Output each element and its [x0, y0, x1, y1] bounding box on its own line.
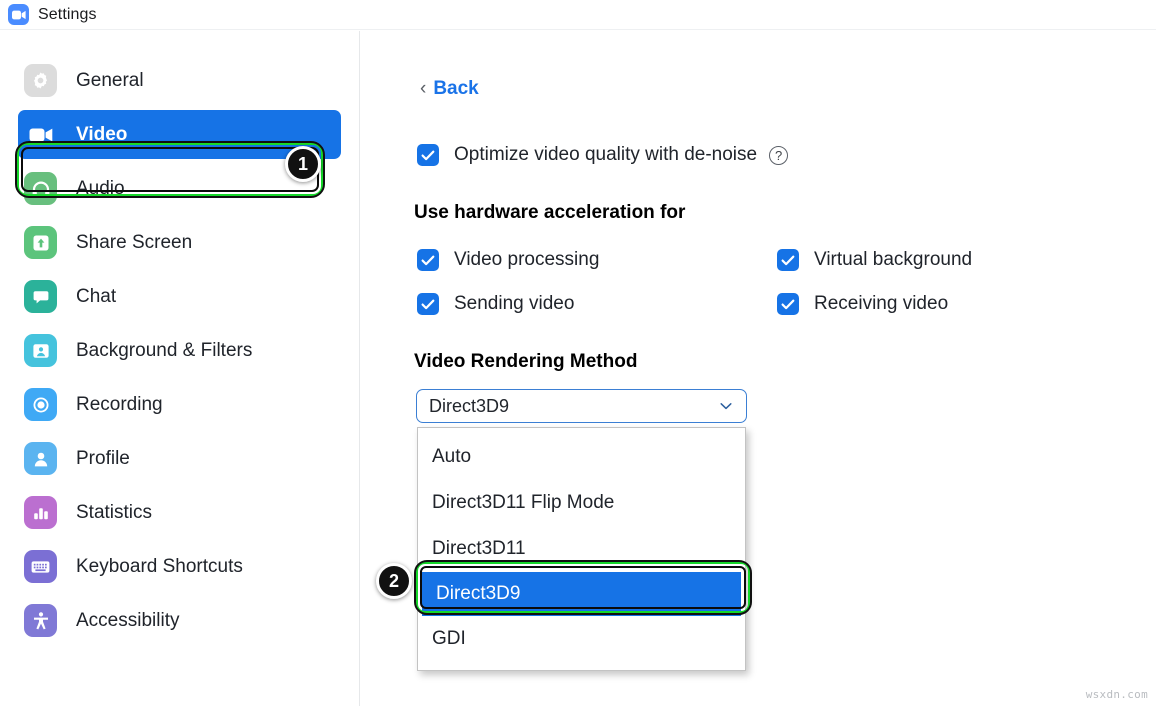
dropdown-option-gdi[interactable]: GDI	[418, 616, 745, 662]
dropdown-option-direct3d11-flip-mode[interactable]: Direct3D11 Flip Mode	[418, 480, 745, 526]
option-virtual-background[interactable]: Virtual background	[777, 249, 972, 271]
sidebar-item-label: Statistics	[76, 501, 153, 523]
step-badge-1: 1	[285, 146, 321, 182]
dropdown-option-direct3d9[interactable]: Direct3D9	[422, 572, 741, 616]
option-video-processing[interactable]: Video processing	[417, 249, 599, 271]
watermark: wsxdn.com	[1085, 688, 1148, 701]
sidebar-item-label: Background & Filters	[76, 339, 253, 361]
dropdown-option-direct3d11[interactable]: Direct3D11	[418, 526, 745, 572]
video-rendering-method-heading: Video Rendering Method	[414, 351, 638, 372]
sidebar-item-keyboard-shortcuts[interactable]: Keyboard Shortcuts	[18, 542, 341, 591]
chat-bubble-icon	[24, 280, 57, 313]
hardware-acceleration-heading: Use hardware acceleration for	[414, 202, 686, 223]
video-rendering-method-dropdown: Auto Direct3D11 Flip Mode Direct3D11 Dir…	[417, 427, 746, 671]
dropdown-option-auto[interactable]: Auto	[418, 434, 745, 480]
video-rendering-method-select[interactable]: Direct3D9	[416, 389, 747, 423]
option-label: Sending video	[454, 293, 575, 314]
sidebar-item-general[interactable]: General	[18, 56, 341, 105]
option-label: Virtual background	[814, 249, 973, 270]
sending-video-checkbox[interactable]	[417, 293, 439, 315]
sidebar-item-chat[interactable]: Chat	[18, 272, 341, 321]
accessibility-icon	[24, 604, 57, 637]
video-settings-panel: ‹ Back Optimize video quality with de-no…	[361, 31, 1156, 706]
denoise-label: Optimize video quality with de-noise	[454, 144, 758, 165]
settings-sidebar: General Video Audio Share Screen Chat Ba…	[0, 31, 360, 706]
headphones-icon	[24, 172, 57, 205]
sidebar-item-label: Accessibility	[76, 609, 180, 631]
back-button[interactable]: ‹ Back	[420, 78, 479, 100]
person-card-icon	[24, 334, 57, 367]
upload-arrow-icon	[24, 226, 57, 259]
chevron-down-icon	[718, 398, 734, 414]
sidebar-item-background-filters[interactable]: Background & Filters	[18, 326, 341, 375]
sidebar-item-label: Chat	[76, 285, 117, 307]
back-button-label: Back	[433, 78, 479, 99]
option-sending-video[interactable]: Sending video	[417, 293, 574, 315]
gear-icon	[24, 64, 57, 97]
keyboard-icon	[24, 550, 57, 583]
step-badge-2: 2	[376, 563, 412, 599]
sidebar-item-label: General	[76, 69, 144, 91]
select-selected-value: Direct3D9	[429, 395, 510, 416]
virtual-background-checkbox[interactable]	[777, 249, 799, 271]
sidebar-item-share-screen[interactable]: Share Screen	[18, 218, 341, 267]
person-icon	[24, 442, 57, 475]
denoise-checkbox[interactable]	[417, 144, 439, 166]
video-processing-checkbox[interactable]	[417, 249, 439, 271]
sidebar-item-accessibility[interactable]: Accessibility	[18, 596, 341, 645]
option-receiving-video[interactable]: Receiving video	[777, 293, 948, 315]
sidebar-item-label: Video	[76, 123, 128, 145]
sidebar-item-profile[interactable]: Profile	[18, 434, 341, 483]
window-title: Settings	[38, 5, 97, 23]
receiving-video-checkbox[interactable]	[777, 293, 799, 315]
sidebar-item-label: Profile	[76, 447, 130, 469]
title-bar: Settings	[0, 0, 1156, 30]
option-label: Receiving video	[814, 293, 949, 314]
sidebar-item-label: Recording	[76, 393, 163, 415]
sidebar-item-label: Keyboard Shortcuts	[76, 555, 243, 577]
zoom-app-icon	[8, 4, 29, 25]
sidebar-item-label: Share Screen	[76, 231, 193, 253]
sidebar-item-statistics[interactable]: Statistics	[18, 488, 341, 537]
help-icon[interactable]: ?	[769, 145, 789, 165]
sidebar-item-recording[interactable]: Recording	[18, 380, 341, 429]
option-label: Video processing	[454, 249, 600, 270]
sidebar-item-label: Audio	[76, 177, 125, 199]
chevron-left-icon: ‹	[420, 77, 427, 99]
appuals-wordmark-extra	[475, 75, 575, 135]
video-camera-icon	[24, 118, 57, 151]
denoise-option-row[interactable]: Optimize video quality with de-noise ?	[417, 144, 789, 166]
record-circle-icon	[24, 388, 57, 421]
settings-window: Settings General Video Audio Share Scree…	[0, 0, 1156, 706]
bar-chart-icon	[24, 496, 57, 529]
